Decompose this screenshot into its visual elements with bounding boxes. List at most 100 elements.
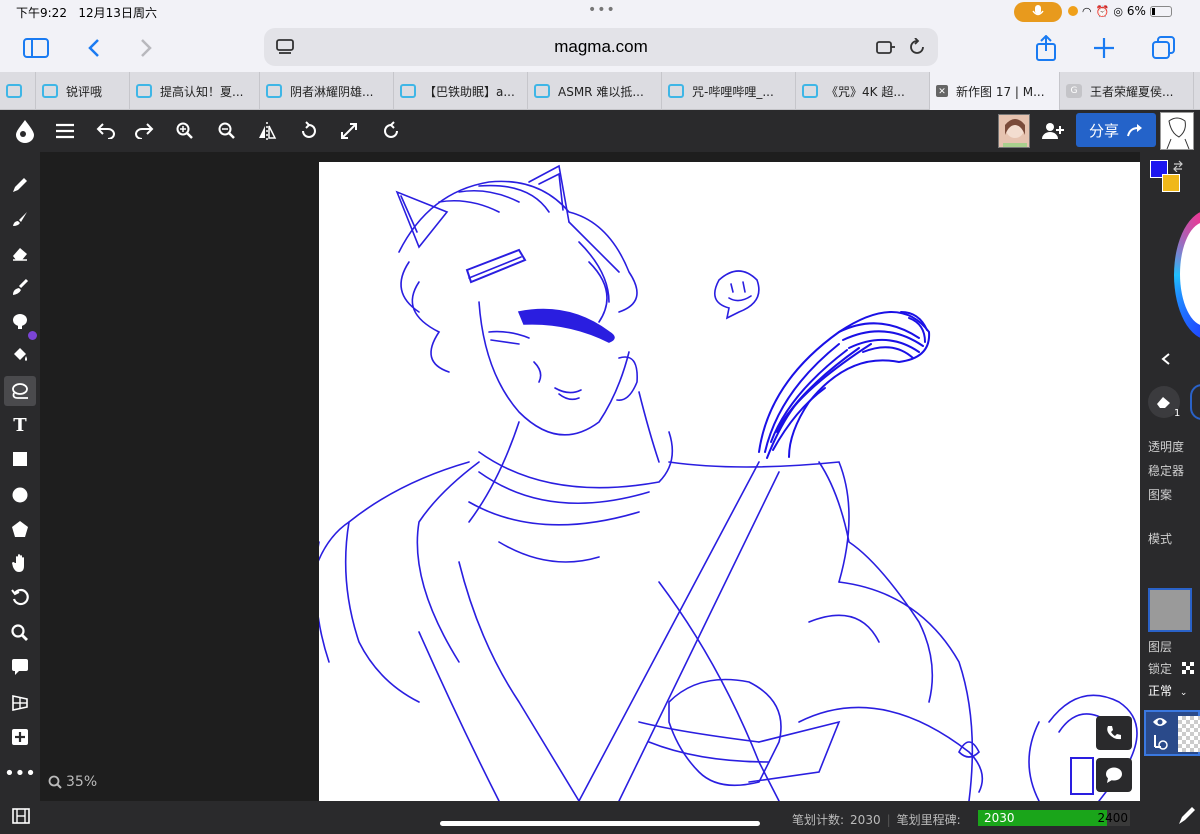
rectangle-tool-icon[interactable] — [4, 444, 36, 474]
home-indicator[interactable] — [440, 821, 760, 826]
comment-tool-icon[interactable] — [4, 652, 36, 682]
forward-icon[interactable] — [132, 34, 160, 62]
redo-icon[interactable] — [132, 118, 158, 144]
hand-tool-icon[interactable] — [4, 548, 36, 578]
active-color-dot — [28, 331, 37, 340]
zoom-in-icon[interactable] — [172, 118, 198, 144]
smudge-brush-icon[interactable] — [4, 272, 36, 302]
eraser-count: 1 — [1174, 408, 1181, 419]
new-tab-icon[interactable] — [1090, 34, 1118, 62]
zoom-indicator[interactable]: 35% — [48, 774, 97, 790]
drawing-canvas[interactable] — [319, 162, 1140, 801]
zoom-magnifier-icon — [48, 775, 62, 789]
add-item-icon[interactable] — [4, 722, 36, 752]
zoom-out-icon[interactable] — [214, 118, 240, 144]
app-header: 分享 — [0, 110, 1200, 152]
lock-label: 锁定 — [1148, 662, 1173, 676]
tab-item[interactable]: 咒-哔哩哔哩_... — [662, 72, 796, 110]
status-indicators: ◠ ⏰ ◎ 6% — [1068, 4, 1172, 18]
bottom-bar: 笔划计数: 2030 | 笔划里程碑: 2030 2400 — [0, 801, 1200, 834]
url-text[interactable]: magma.com — [264, 37, 938, 57]
rotate-left-icon[interactable] — [296, 118, 322, 144]
reload-icon[interactable] — [908, 38, 926, 56]
rotate-tool-icon[interactable] — [4, 582, 36, 612]
mode-label[interactable]: 模式 — [1148, 530, 1172, 547]
battery-icon — [1149, 5, 1172, 17]
phone-icon — [1107, 726, 1121, 740]
brush-icon[interactable] — [4, 204, 36, 234]
layer-row[interactable] — [1144, 710, 1200, 756]
bilibili-icon — [136, 84, 152, 98]
bilibili-icon — [534, 84, 550, 98]
magnifier-tool-icon[interactable] — [4, 618, 36, 648]
tab-item[interactable]: 锐评哦 — [36, 72, 130, 110]
perspective-tool-icon[interactable] — [4, 688, 36, 718]
right-panel: 1 透明度 稳定器 图案 模式 图层 锁定 正常 ⌄ — [1140, 152, 1200, 801]
bilibili-icon — [802, 84, 818, 98]
multitask-dots-icon[interactable]: ••• — [588, 2, 616, 18]
share-arrow-icon — [1127, 124, 1142, 137]
sketch-artwork — [319, 164, 1138, 801]
tab-item[interactable]: 阴者淋耀阴雄... — [260, 72, 394, 110]
stroke-stats: 笔划计数: 2030 | 笔划里程碑: — [792, 812, 961, 828]
chat-button[interactable] — [1096, 758, 1132, 792]
alarm-icon: ⏰ — [1095, 4, 1110, 18]
share-button[interactable]: 分享 — [1076, 113, 1156, 147]
magma-logo-icon[interactable] — [12, 118, 38, 144]
pattern-label[interactable]: 图案 — [1148, 486, 1172, 503]
blend-mode-select[interactable]: 正常 ⌄ — [1148, 682, 1200, 704]
fit-screen-icon[interactable] — [336, 118, 362, 144]
pen-settings-icon[interactable] — [1176, 805, 1196, 827]
transparency-lock-icon[interactable] — [1182, 662, 1194, 674]
eraser-icon[interactable] — [4, 238, 36, 268]
back-icon[interactable] — [80, 34, 108, 62]
pencil-icon[interactable] — [4, 170, 36, 200]
add-user-icon[interactable] — [1040, 118, 1066, 144]
undo-icon[interactable] — [92, 118, 118, 144]
fill-bucket-icon[interactable] — [4, 340, 36, 370]
polygon-tool-icon[interactable] — [4, 514, 36, 544]
layer-preview-swatch[interactable] — [1148, 588, 1192, 632]
tab-item[interactable]: 《咒》4K 超... — [796, 72, 930, 110]
close-tab-icon[interactable]: ✕ — [936, 85, 948, 97]
filmstrip-icon[interactable] — [12, 807, 30, 825]
collapse-panel-icon[interactable] — [1160, 352, 1172, 366]
flip-canvas-icon[interactable] — [254, 118, 280, 144]
visibility-eye-icon[interactable] — [1152, 716, 1168, 728]
bilibili-icon — [400, 84, 416, 98]
layer-lock-icon[interactable] — [1152, 734, 1168, 750]
tab-item[interactable]: ASMR 难以抵... — [528, 72, 662, 110]
tab-item-active[interactable]: ✕ 新作图 17 | M... — [930, 72, 1060, 110]
eraser-small-icon — [1157, 397, 1170, 408]
chevron-down-icon: ⌄ — [1179, 688, 1188, 698]
extension-icon[interactable] — [876, 39, 896, 55]
more-tools-icon[interactable]: ••• — [4, 758, 36, 788]
user-avatar[interactable] — [998, 114, 1030, 148]
menu-icon[interactable] — [52, 118, 78, 144]
opacity-label[interactable]: 透明度 — [1148, 438, 1184, 455]
swap-colors-icon[interactable] — [1172, 160, 1184, 172]
stabilizer-label[interactable]: 稳定器 — [1148, 462, 1184, 479]
tab-item[interactable]: G 王者荣耀夏侯... — [1060, 72, 1194, 110]
tab-item[interactable]: 【巴铁助眠】a... — [394, 72, 528, 110]
sidebar-icon[interactable] — [22, 34, 50, 62]
orientation-lock-icon: ◎ — [1113, 4, 1123, 18]
battery-percent: 6% — [1126, 4, 1146, 18]
tab-strip: 锐评哦 提高认知！夏... 阴者淋耀阴雄... 【巴铁助眠】a... ASMR … — [0, 72, 1200, 110]
brush-size-knob[interactable] — [1190, 384, 1200, 420]
rotate-right-icon[interactable] — [378, 118, 404, 144]
tab-item[interactable]: 提高认知！夏... — [130, 72, 260, 110]
wifi-icon: ◠ — [1082, 4, 1092, 18]
canvas-thumbnail[interactable] — [1160, 112, 1194, 150]
ellipse-tool-icon[interactable] — [4, 480, 36, 510]
address-bar[interactable]: magma.com — [264, 28, 938, 66]
lasso-fill-icon[interactable] — [4, 376, 36, 406]
browser-toolbar: magma.com — [0, 24, 1200, 72]
tab-item[interactable] — [0, 72, 36, 110]
text-tool-icon[interactable]: T — [4, 410, 36, 440]
background-color-swatch[interactable] — [1162, 174, 1180, 192]
milestone-progress-bar: 2030 2400 — [978, 810, 1130, 826]
share-sheet-icon[interactable] — [1032, 34, 1060, 62]
voice-call-button[interactable] — [1096, 716, 1132, 750]
tab-overview-icon[interactable] — [1150, 34, 1178, 62]
